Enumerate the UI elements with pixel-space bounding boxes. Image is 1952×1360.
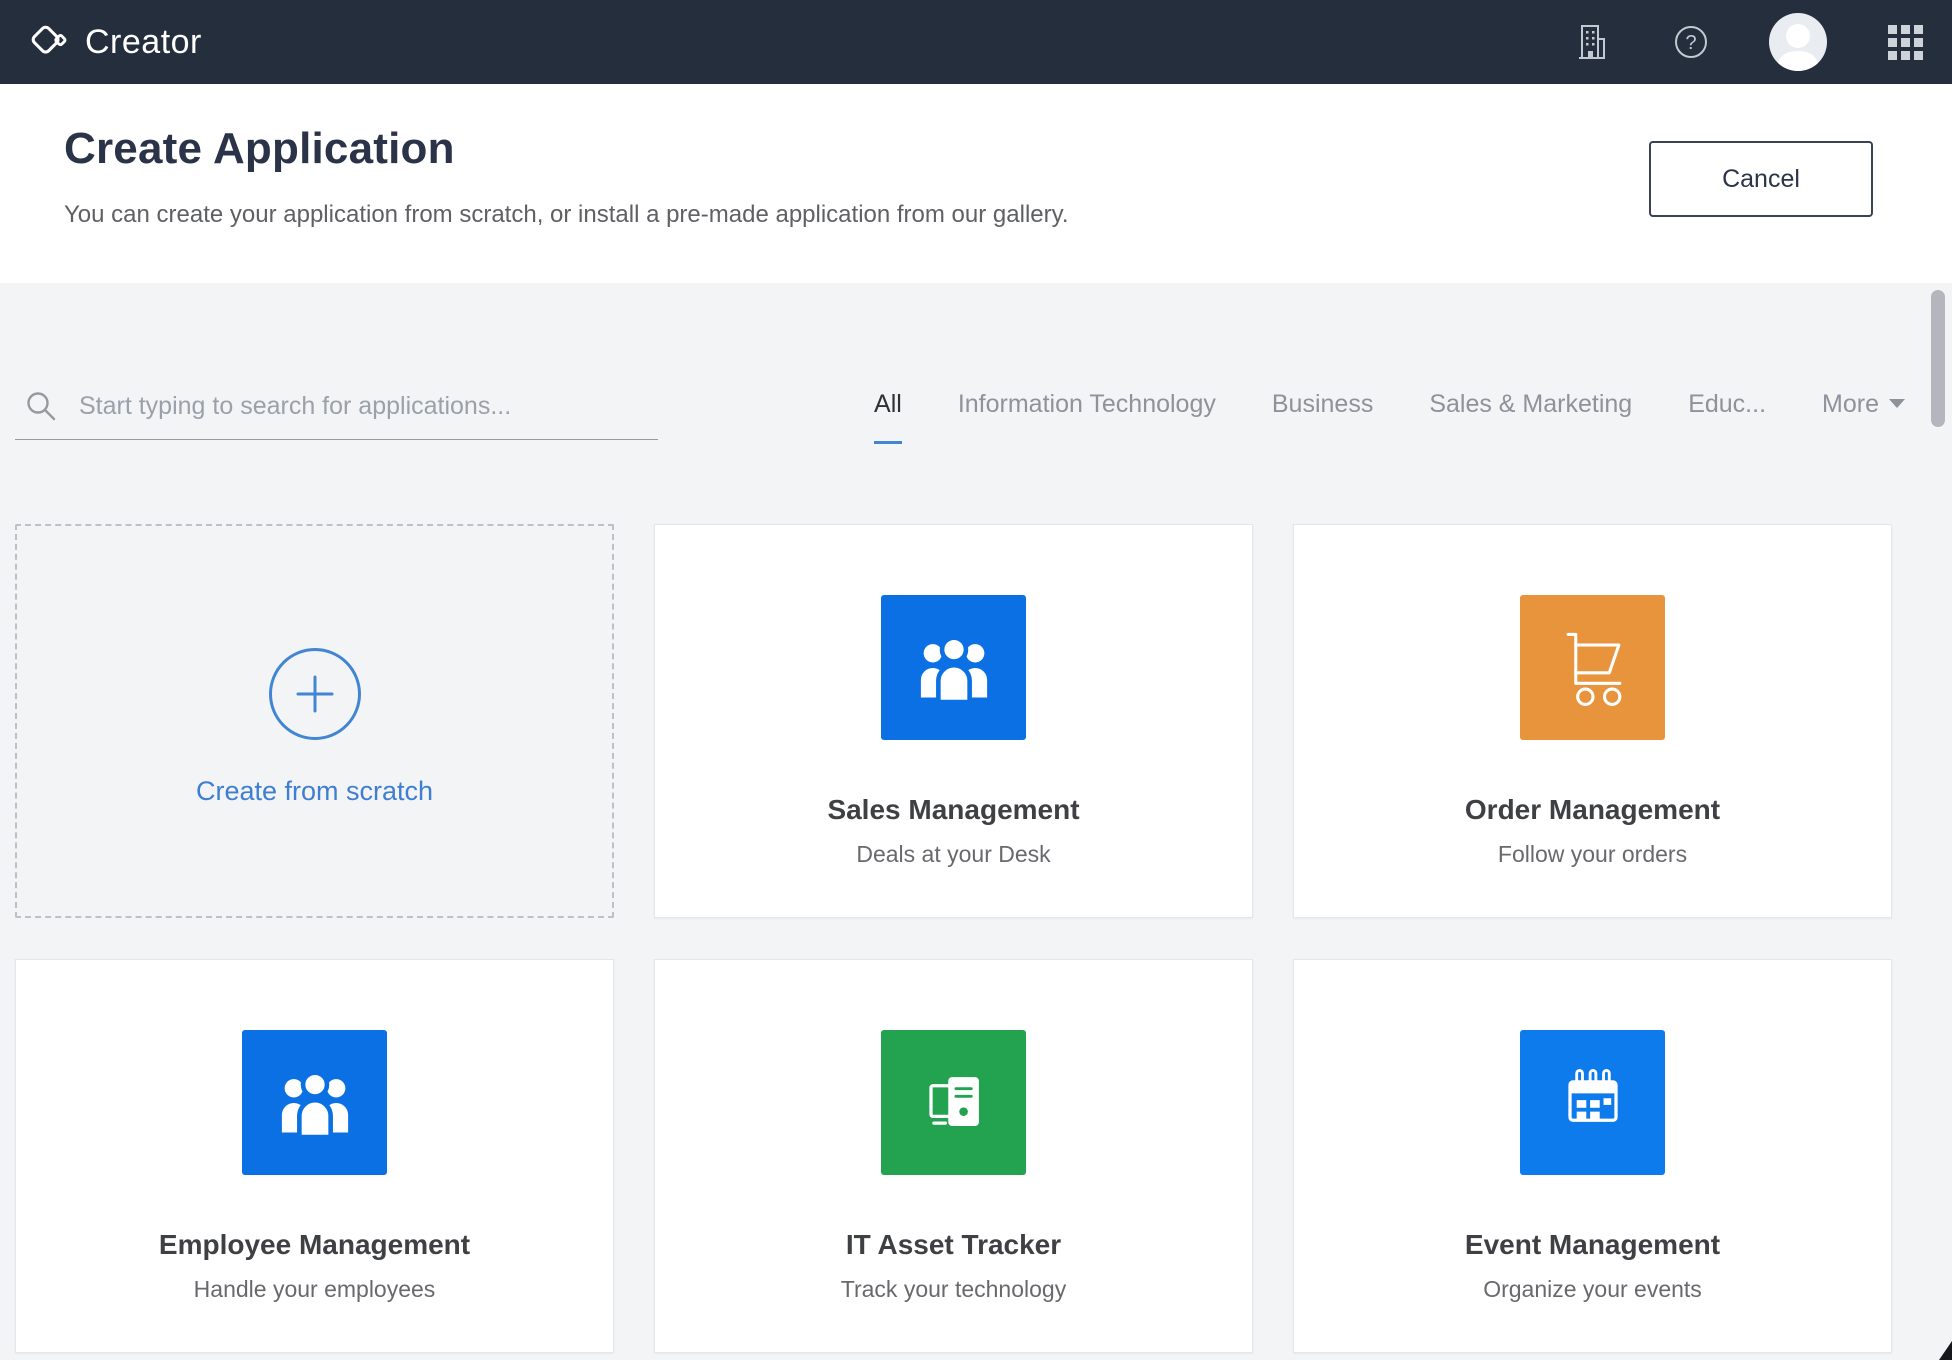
- application-search: [15, 389, 658, 440]
- search-input[interactable]: [79, 389, 658, 423]
- create-from-scratch-card[interactable]: Create from scratch: [15, 524, 614, 918]
- page-subtitle: You can create your application from scr…: [64, 201, 1069, 229]
- app-card-employee-management[interactable]: Employee Management Handle your employee…: [15, 959, 614, 1353]
- app-card-sales-management[interactable]: Sales Management Deals at your Desk: [654, 524, 1253, 918]
- app-card-subtitle: Handle your employees: [194, 1276, 436, 1303]
- create-from-scratch-label: Create from scratch: [196, 776, 433, 807]
- tab-education[interactable]: Educ...: [1688, 390, 1766, 444]
- creator-logo-icon: [27, 22, 69, 62]
- svg-text:?: ?: [1685, 32, 1696, 54]
- tab-business[interactable]: Business: [1272, 390, 1373, 444]
- tab-sales-marketing[interactable]: Sales & Marketing: [1429, 390, 1632, 444]
- apps-grid-icon[interactable]: [1883, 20, 1927, 64]
- page-title: Create Application: [64, 124, 455, 174]
- brand-name: Creator: [85, 23, 202, 62]
- calendar-icon: [1520, 1030, 1665, 1175]
- app-card-title: Sales Management: [827, 794, 1079, 826]
- people-group-icon: [881, 595, 1026, 740]
- tab-more[interactable]: More: [1822, 390, 1905, 444]
- tab-information-technology[interactable]: Information Technology: [958, 390, 1216, 444]
- cancel-button[interactable]: Cancel: [1649, 141, 1873, 217]
- building-icon[interactable]: [1569, 20, 1613, 64]
- category-tabs: All Information Technology Business Sale…: [874, 390, 1905, 444]
- navbar-actions: ?: [1569, 13, 1927, 71]
- corner-artifact: [1939, 1341, 1952, 1360]
- shopping-cart-icon: [1520, 595, 1665, 740]
- app-card-subtitle: Follow your orders: [1498, 841, 1687, 868]
- creator-brand[interactable]: Creator: [27, 22, 202, 62]
- help-question-icon[interactable]: ?: [1669, 20, 1713, 64]
- tab-all[interactable]: All: [874, 390, 902, 444]
- app-card-subtitle: Track your technology: [841, 1276, 1066, 1303]
- app-card-it-asset-tracker[interactable]: IT Asset Tracker Track your technology: [654, 959, 1253, 1353]
- user-avatar[interactable]: [1769, 13, 1827, 71]
- app-card-title: Employee Management: [159, 1229, 470, 1261]
- app-card-subtitle: Organize your events: [1483, 1276, 1702, 1303]
- vertical-scrollbar[interactable]: [1931, 290, 1945, 427]
- plus-circle-icon: [269, 648, 361, 740]
- app-card-title: Event Management: [1465, 1229, 1720, 1261]
- app-card-subtitle: Deals at your Desk: [856, 841, 1050, 868]
- application-grid: Create from scratch Sales Management Dea…: [15, 524, 1892, 1353]
- app-card-title: IT Asset Tracker: [846, 1229, 1061, 1261]
- app-card-event-management[interactable]: Event Management Organize your events: [1293, 959, 1892, 1353]
- chevron-down-icon: [1889, 399, 1905, 408]
- top-navbar: Creator ?: [0, 0, 1952, 84]
- computer-asset-icon: [881, 1030, 1026, 1175]
- page-header: Create Application You can create your a…: [0, 84, 1952, 283]
- gallery-section: All Information Technology Business Sale…: [0, 283, 1952, 1360]
- search-icon: [25, 390, 57, 422]
- app-card-order-management[interactable]: Order Management Follow your orders: [1293, 524, 1892, 918]
- people-group-icon: [242, 1030, 387, 1175]
- app-card-title: Order Management: [1465, 794, 1720, 826]
